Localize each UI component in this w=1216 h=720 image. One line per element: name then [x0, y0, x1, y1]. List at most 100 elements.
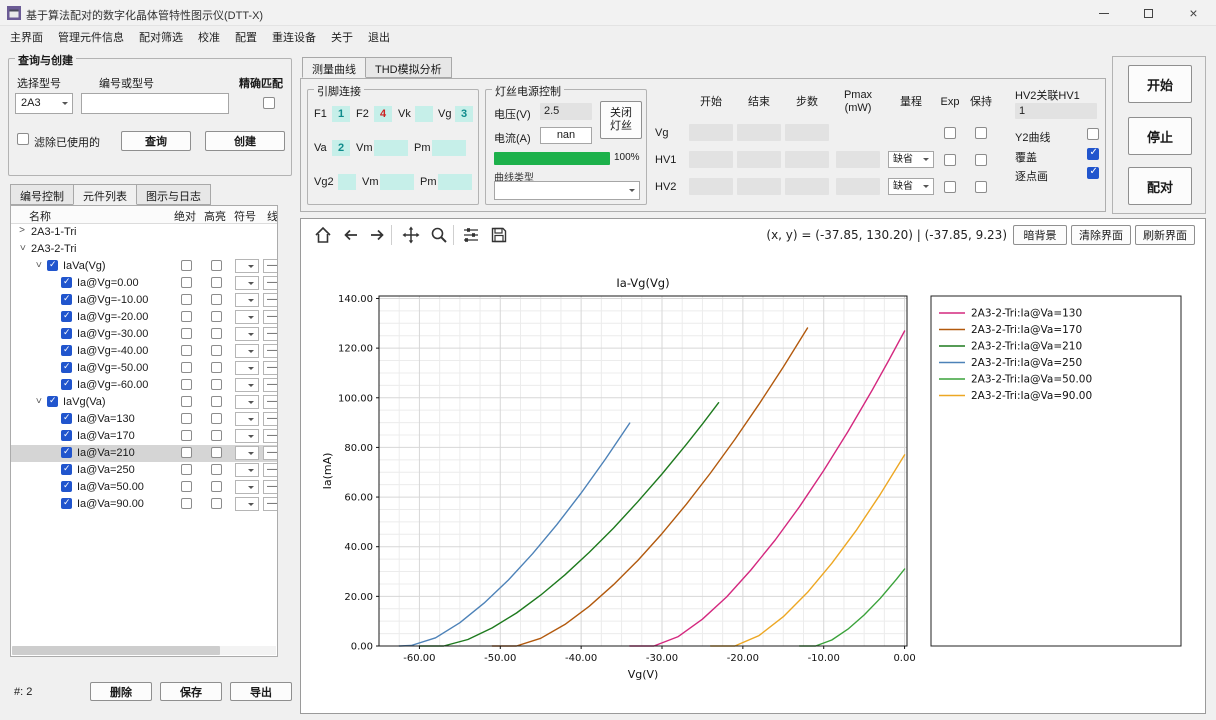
- hv2-end-input[interactable]: [737, 178, 781, 195]
- dark-background-button[interactable]: 暗背景: [1013, 225, 1067, 245]
- absolute-checkbox[interactable]: [181, 345, 192, 356]
- highlight-checkbox[interactable]: [211, 311, 222, 322]
- hv2-pmax-input[interactable]: [836, 178, 880, 195]
- tree-item-checkbox[interactable]: [61, 481, 72, 492]
- symbol-select[interactable]: [235, 463, 259, 477]
- absolute-checkbox[interactable]: [181, 498, 192, 509]
- highlight-checkbox[interactable]: [211, 396, 222, 407]
- symbol-select[interactable]: [235, 395, 259, 409]
- symbol-select[interactable]: [235, 276, 259, 290]
- export-button[interactable]: 导出: [230, 682, 292, 701]
- line-style-select[interactable]: —: [263, 378, 278, 392]
- tree-item-checkbox[interactable]: [61, 328, 72, 339]
- characteristic-curve-chart[interactable]: -60.00-50.00-40.00-30.00-20.00-10.000.00…: [301, 251, 1205, 711]
- stop-button[interactable]: 停止: [1128, 117, 1192, 155]
- symbol-select[interactable]: [235, 446, 259, 460]
- absolute-checkbox[interactable]: [181, 328, 192, 339]
- tab-number-control[interactable]: 编号控制: [10, 184, 74, 205]
- tree-row[interactable]: Ia@Va=90.00—: [11, 496, 277, 513]
- hv1-range-select[interactable]: 缺省: [888, 151, 934, 168]
- tree-row[interactable]: Ia@Vg=-50.00—: [11, 360, 277, 377]
- line-style-select[interactable]: —: [263, 276, 278, 290]
- minimize-icon[interactable]: [1081, 0, 1126, 26]
- tree-item-checkbox[interactable]: [47, 260, 58, 271]
- pin-field-va[interactable]: 2: [332, 140, 350, 156]
- line-style-select[interactable]: —: [263, 327, 278, 341]
- symbol-select[interactable]: [235, 327, 259, 341]
- menu-manage-components[interactable]: 管理元件信息: [58, 29, 124, 45]
- menu-about[interactable]: 关于: [331, 29, 353, 45]
- line-style-select[interactable]: —: [263, 412, 278, 426]
- tree-row[interactable]: Ia@Vg=0.00—: [11, 275, 277, 292]
- highlight-checkbox[interactable]: [211, 379, 222, 390]
- line-style-select[interactable]: —: [263, 497, 278, 511]
- zoom-icon[interactable]: [427, 223, 451, 247]
- curve-type-select[interactable]: [494, 181, 640, 200]
- tree-item-checkbox[interactable]: [61, 294, 72, 305]
- start-button[interactable]: 开始: [1128, 65, 1192, 103]
- absolute-checkbox[interactable]: [181, 379, 192, 390]
- pin-field-vg2[interactable]: [338, 174, 356, 190]
- hv2-hold-checkbox[interactable]: [975, 181, 987, 193]
- menu-exit[interactable]: 退出: [368, 29, 390, 45]
- highlight-checkbox[interactable]: [211, 362, 222, 373]
- pin-field-va-vm[interactable]: [374, 140, 408, 156]
- horizontal-scrollbar[interactable]: [12, 646, 276, 655]
- tab-chart-and-log[interactable]: 图示与日志: [136, 184, 211, 205]
- pan-icon[interactable]: [399, 223, 423, 247]
- highlight-checkbox[interactable]: [211, 481, 222, 492]
- highlight-checkbox[interactable]: [211, 430, 222, 441]
- pointwise-checkbox[interactable]: [1087, 167, 1099, 179]
- tree-item-checkbox[interactable]: [61, 464, 72, 475]
- vg-exp-checkbox[interactable]: [944, 127, 956, 139]
- absolute-checkbox[interactable]: [181, 481, 192, 492]
- tree-row[interactable]: Ia@Va=50.00—: [11, 479, 277, 496]
- hv2-exp-checkbox[interactable]: [944, 181, 956, 193]
- hv2-range-select[interactable]: 缺省: [888, 178, 934, 195]
- symbol-select[interactable]: [235, 429, 259, 443]
- line-style-select[interactable]: —: [263, 361, 278, 375]
- pair-button[interactable]: 配对: [1128, 167, 1192, 205]
- symbol-select[interactable]: [235, 412, 259, 426]
- symbol-select[interactable]: [235, 310, 259, 324]
- tree-item-checkbox[interactable]: [61, 447, 72, 458]
- line-style-select[interactable]: —: [263, 259, 278, 273]
- symbol-select[interactable]: [235, 293, 259, 307]
- pin-field-f1[interactable]: 1: [332, 106, 350, 122]
- absolute-checkbox[interactable]: [181, 464, 192, 475]
- collapse-arrow-icon[interactable]: >: [17, 243, 28, 253]
- tree-row[interactable]: Ia@Vg=-60.00—: [11, 377, 277, 394]
- maximize-icon[interactable]: [1126, 0, 1171, 26]
- highlight-checkbox[interactable]: [211, 294, 222, 305]
- home-icon[interactable]: [311, 223, 335, 247]
- tree-row[interactable]: >IaVg(Va)—: [11, 394, 277, 411]
- pin-field-f2[interactable]: 4: [374, 106, 392, 122]
- expand-arrow-icon[interactable]: >: [17, 225, 27, 236]
- tab-thd-analysis[interactable]: THD模拟分析: [365, 57, 452, 78]
- vg-hold-checkbox[interactable]: [975, 127, 987, 139]
- hv1-start-input[interactable]: [689, 151, 733, 168]
- highlight-checkbox[interactable]: [211, 464, 222, 475]
- pin-field-vg2-pm[interactable]: [438, 174, 472, 190]
- tree-row[interactable]: Ia@Va=250—: [11, 462, 277, 479]
- menu-reconnect[interactable]: 重连设备: [272, 29, 316, 45]
- tab-measure-curves[interactable]: 测量曲线: [302, 57, 366, 78]
- subplots-icon[interactable]: [459, 223, 483, 247]
- tree-item-checkbox[interactable]: [61, 277, 72, 288]
- tree-row[interactable]: Ia@Vg=-10.00—: [11, 292, 277, 309]
- absolute-checkbox[interactable]: [181, 430, 192, 441]
- pin-field-va-pm[interactable]: [432, 140, 466, 156]
- pin-field-vg2-vm[interactable]: [380, 174, 414, 190]
- line-style-select[interactable]: —: [263, 395, 278, 409]
- absolute-checkbox[interactable]: [181, 396, 192, 407]
- tree-item-checkbox[interactable]: [47, 396, 58, 407]
- hv1-steps-input[interactable]: [785, 151, 829, 168]
- tree-row[interactable]: >2A3-2-Tri: [11, 241, 277, 258]
- clear-view-button[interactable]: 清除界面: [1071, 225, 1131, 245]
- refresh-view-button[interactable]: 刷新界面: [1135, 225, 1195, 245]
- tree-row[interactable]: Ia@Va=130—: [11, 411, 277, 428]
- tree-item-checkbox[interactable]: [61, 498, 72, 509]
- hv1-end-input[interactable]: [737, 151, 781, 168]
- tree-item-checkbox[interactable]: [61, 311, 72, 322]
- hv1-hold-checkbox[interactable]: [975, 154, 987, 166]
